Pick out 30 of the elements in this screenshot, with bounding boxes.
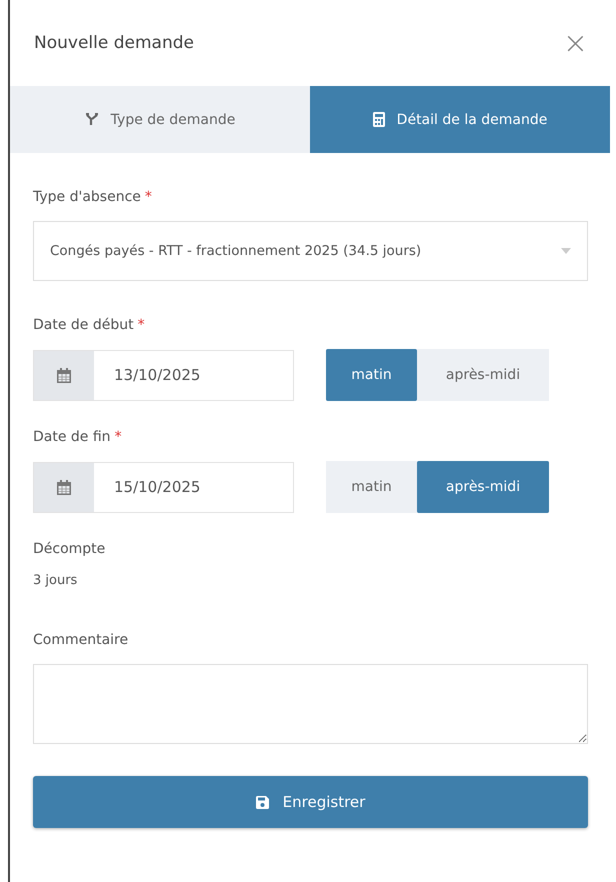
- calendar-icon: [57, 368, 71, 382]
- period-toggle[interactable]: matin: [326, 461, 417, 513]
- required-mark: *: [138, 317, 145, 333]
- comment-field[interactable]: [33, 664, 588, 744]
- field-label: Date de début: [33, 317, 134, 333]
- fork-icon: [84, 112, 99, 126]
- period-toggle[interactable]: après-midi: [417, 349, 549, 401]
- save-button[interactable]: Enregistrer: [33, 776, 588, 828]
- dialog-title: Nouvelle demande: [34, 33, 194, 53]
- field-label: Type d'absence: [33, 189, 141, 205]
- field-label: Commentaire: [33, 632, 128, 648]
- caret-icon: [561, 248, 571, 254]
- field-label: Date de fin: [33, 429, 111, 445]
- calendar-addon[interactable]: [34, 462, 94, 512]
- field-label: Décompte: [33, 541, 106, 557]
- tab[interactable]: Type de demande: [10, 86, 310, 153]
- period-toggle[interactable]: matin: [326, 349, 417, 401]
- floppy-icon: [256, 796, 269, 808]
- calendar-addon[interactable]: [34, 350, 94, 400]
- close-button[interactable]: ×: [562, 26, 588, 60]
- absence-type-dropdown[interactable]: Congés payés - RTT - fractionnement 2025 (34.5 jours): [33, 221, 588, 281]
- count-value: 3 jours: [33, 573, 78, 588]
- required-mark: *: [114, 429, 122, 445]
- calculator-icon: [372, 112, 385, 127]
- period-toggle[interactable]: après-midi: [417, 461, 549, 513]
- date-field[interactable]: 15/10/2025: [33, 462, 294, 512]
- calendar-icon: [57, 480, 71, 494]
- date-field[interactable]: 13/10/2025: [33, 350, 294, 400]
- required-mark: *: [144, 189, 152, 205]
- tab[interactable]: Détail de la demande: [310, 86, 610, 153]
